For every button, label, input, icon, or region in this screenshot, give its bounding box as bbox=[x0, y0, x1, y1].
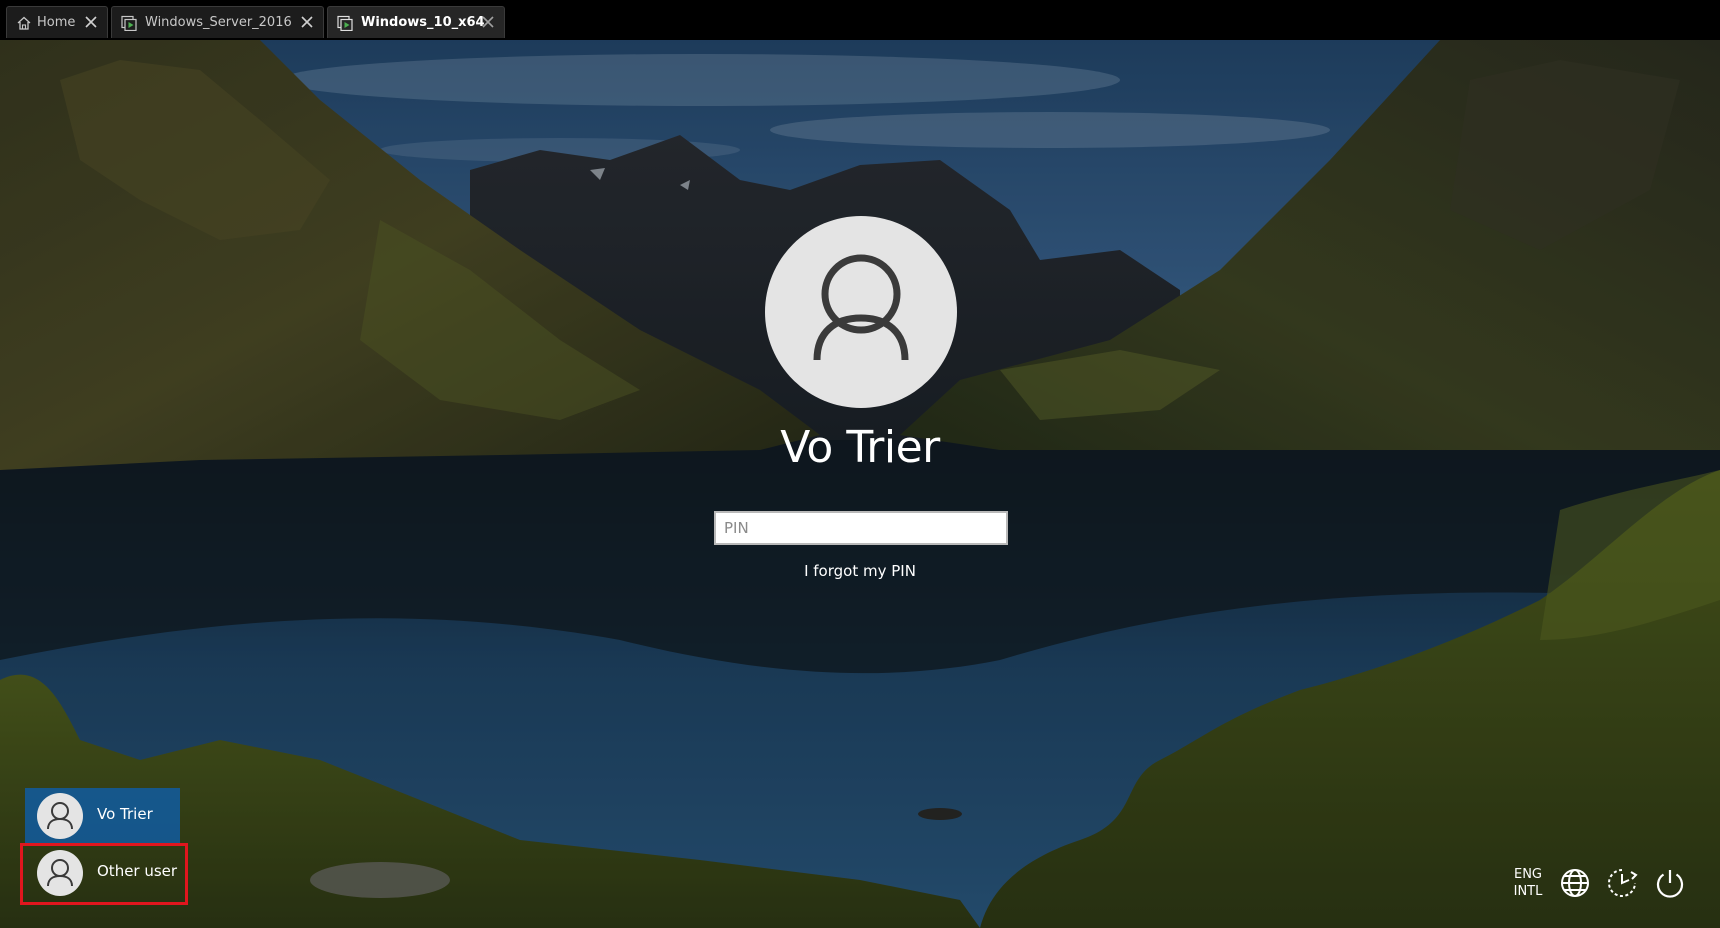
vm-icon bbox=[337, 15, 353, 31]
user-list-label: Vo Trier bbox=[97, 805, 153, 823]
home-icon bbox=[17, 16, 31, 30]
tab-home-label: Home bbox=[37, 15, 76, 30]
vm-icon bbox=[121, 15, 137, 31]
user-silhouette-icon bbox=[813, 254, 909, 361]
language-layout: INTL bbox=[1513, 884, 1543, 899]
tab-windows-server-2016-label: Windows_Server_2016 bbox=[145, 15, 292, 30]
tab-windows-10-x64-label: Windows_10_x64 bbox=[361, 15, 485, 30]
avatar bbox=[37, 793, 83, 839]
power-icon[interactable] bbox=[1653, 866, 1687, 900]
wallpaper-dim-overlay bbox=[0, 40, 1720, 928]
pin-input[interactable] bbox=[714, 511, 1008, 545]
tab-home[interactable]: Home bbox=[6, 6, 108, 38]
forgot-pin-link[interactable]: I forgot my PIN bbox=[760, 562, 960, 580]
close-icon[interactable] bbox=[300, 15, 314, 29]
tab-bar: Home Windows_Server_2016 Windows_10_x64 bbox=[0, 0, 1720, 40]
language-code: ENG bbox=[1513, 867, 1542, 882]
globe-network-icon[interactable] bbox=[1558, 866, 1592, 900]
tab-windows-server-2016[interactable]: Windows_Server_2016 bbox=[111, 6, 324, 38]
user-avatar-large bbox=[765, 216, 957, 408]
vm-viewer-window: Home Windows_Server_2016 Windows_10_x64 … bbox=[0, 0, 1720, 928]
highlight-annotation-box bbox=[20, 843, 188, 905]
tab-windows-10-x64[interactable]: Windows_10_x64 bbox=[327, 6, 505, 38]
close-icon[interactable] bbox=[84, 15, 98, 29]
close-icon[interactable] bbox=[481, 15, 495, 29]
ease-of-access-icon[interactable] bbox=[1605, 866, 1639, 900]
user-silhouette-icon bbox=[47, 802, 73, 830]
user-name-heading: Vo Trier bbox=[780, 422, 940, 473]
input-language-indicator[interactable]: ENG INTL bbox=[1510, 866, 1546, 900]
user-list-item-vo-trier[interactable]: Vo Trier bbox=[25, 788, 180, 843]
lock-screen bbox=[0, 40, 1720, 928]
